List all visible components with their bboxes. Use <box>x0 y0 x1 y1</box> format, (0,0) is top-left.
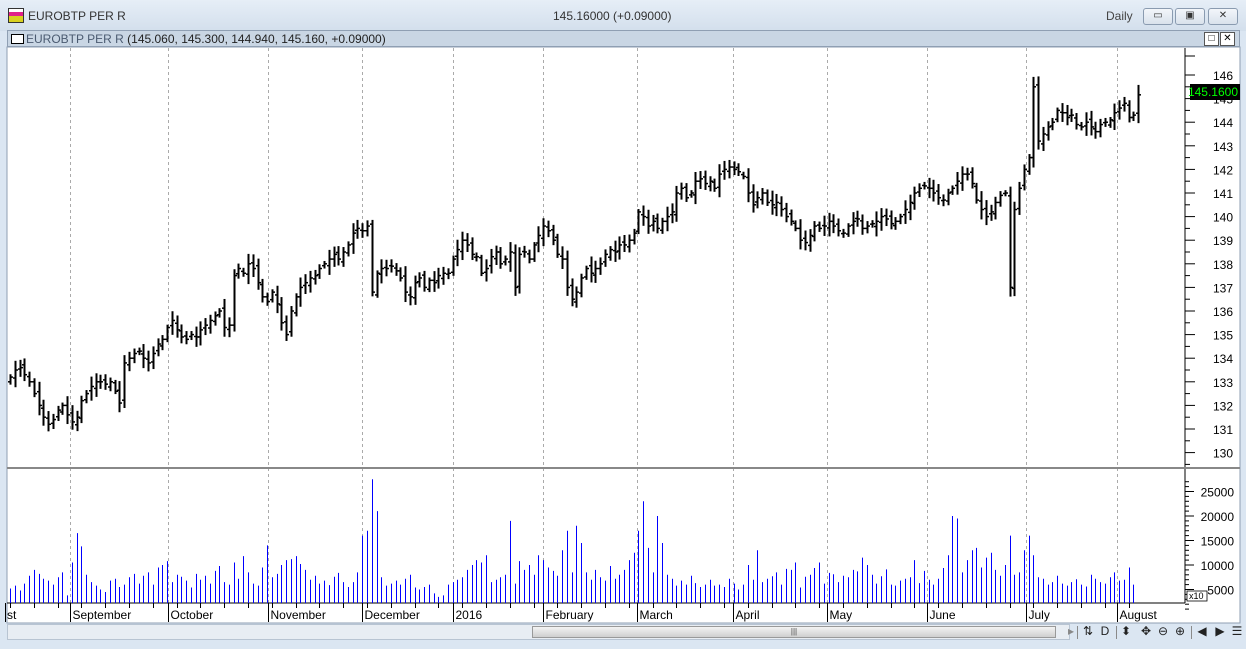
x-tick-label: September <box>73 608 132 622</box>
volume-tick-label: 15000 <box>1201 535 1235 549</box>
y-tick-label: 144 <box>1213 116 1233 130</box>
scroll-right-button[interactable]: ▸ <box>1064 624 1078 638</box>
x-tick-label: March <box>640 608 673 622</box>
x-tick-label: June <box>930 608 956 622</box>
current-price-label: 145.1600 <box>1188 84 1240 100</box>
y-tick-label: 140 <box>1213 211 1233 225</box>
x-tick-label: April <box>736 608 760 622</box>
y-tick-label: 132 <box>1213 399 1233 413</box>
x-tick-label: 2016 <box>456 608 483 622</box>
x-tick-label: May <box>830 608 853 622</box>
x-tick-label: February <box>546 608 594 622</box>
volume-tick-label: 25000 <box>1201 486 1235 500</box>
y-tick-label: 138 <box>1213 258 1233 272</box>
horizontal-scrollbar[interactable]: ||| <box>7 624 1070 640</box>
x-tick-label: July <box>1029 608 1050 622</box>
y-tick-label: 139 <box>1213 234 1233 248</box>
y-tick-label: 143 <box>1213 140 1233 154</box>
y-tick-label: 137 <box>1213 281 1233 295</box>
y-tick-label: 142 <box>1213 163 1233 177</box>
price-chart[interactable]: 130 131 132 133 134 135 136 137 138 139 140 141 142 1… <box>0 0 1246 649</box>
y-tick-label: 135 <box>1213 329 1233 343</box>
volume-multiplier: x10 <box>1186 590 1208 602</box>
scrollbar-thumb[interactable]: ||| <box>532 626 1056 638</box>
y-tick-label: 130 <box>1213 447 1233 461</box>
zoom-out-icon[interactable]: ⊖ <box>1156 624 1170 638</box>
refresh-icon[interactable]: ⇅ <box>1081 624 1095 638</box>
vertical-zoom-icon[interactable]: ⬍ <box>1119 624 1133 638</box>
volume-tick-label: 20000 <box>1201 510 1235 524</box>
move-icon[interactable]: ✥ <box>1139 624 1153 638</box>
toolbar-separator <box>1191 626 1192 639</box>
volume-tick-label: 5000 <box>1207 584 1234 598</box>
volume-tick-label: 10000 <box>1201 559 1235 573</box>
y-tick-label: 136 <box>1213 305 1233 319</box>
x-tick-label: August <box>1120 608 1158 622</box>
toolbar-separator <box>1077 626 1078 639</box>
next-icon[interactable]: ▶ <box>1213 624 1227 638</box>
zoom-in-icon[interactable]: ⊕ <box>1173 624 1187 638</box>
x-tick-label: st <box>7 608 17 622</box>
previous-icon[interactable]: ◀ <box>1195 624 1209 638</box>
y-tick-label: 131 <box>1213 423 1233 437</box>
x-tick-label: October <box>171 608 214 622</box>
y-tick-label: 134 <box>1213 352 1233 366</box>
data-button[interactable]: D <box>1098 624 1112 638</box>
y-tick-label: 133 <box>1213 376 1233 390</box>
x-tick-label: November <box>271 608 326 622</box>
current-price-text: 145.1600 <box>1188 85 1238 99</box>
toolbar-separator <box>1116 626 1117 639</box>
x-tick-label: December <box>365 608 420 622</box>
menu-icon[interactable]: ☰ <box>1230 624 1244 638</box>
y-tick-label: 141 <box>1213 187 1233 201</box>
volume-multiplier-label: x10 <box>1189 591 1204 601</box>
y-tick-label: 146 <box>1213 69 1233 83</box>
